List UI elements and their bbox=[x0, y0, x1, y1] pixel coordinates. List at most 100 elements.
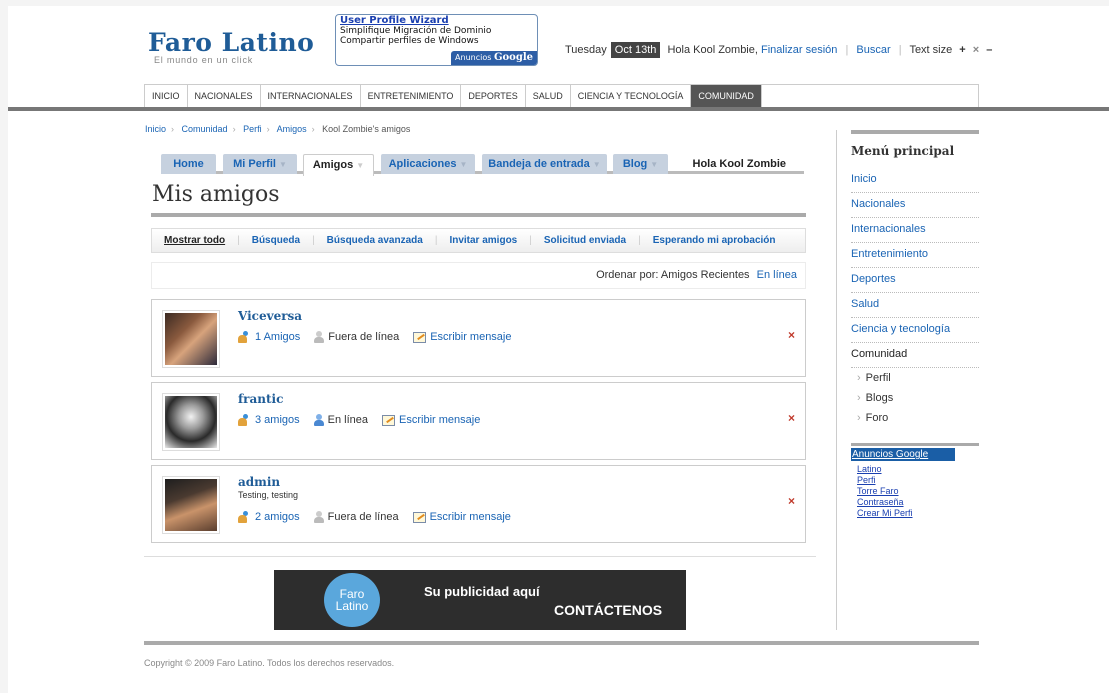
breadcrumb-comunidad[interactable]: Comunidad bbox=[182, 124, 228, 134]
main-nav: INICIO NACIONALES INTERNACIONALES ENTRET… bbox=[144, 84, 979, 107]
day-label: Tuesday bbox=[565, 44, 607, 56]
sort-online-link[interactable]: En línea bbox=[757, 269, 797, 281]
friend-count-link[interactable]: 3 amigos bbox=[238, 414, 300, 426]
presence-status: Fuera de línea bbox=[313, 511, 399, 523]
banner-contact[interactable]: CONTÁCTENOS bbox=[554, 602, 662, 618]
remove-friend-icon[interactable]: × bbox=[788, 494, 795, 508]
subnav-busqueda-avanzada[interactable]: Búsqueda avanzada bbox=[327, 235, 423, 246]
write-message-label: Escribir mensaje bbox=[399, 414, 481, 426]
sidebar-subitem-blogs[interactable]: Blogs bbox=[851, 388, 979, 408]
subnav-busqueda[interactable]: Búsqueda bbox=[252, 235, 300, 246]
ad-title[interactable]: User Profile Wizard bbox=[340, 16, 533, 26]
subnav-esperando[interactable]: Esperando mi aprobación bbox=[653, 235, 776, 246]
sort-recent[interactable]: Amigos Recientes bbox=[661, 269, 750, 281]
sidebar-item-inicio[interactable]: Inicio bbox=[851, 168, 979, 193]
tab-aplicaciones[interactable]: Aplicaciones ▼ bbox=[381, 154, 475, 174]
ad-banner[interactable]: Faro Latino Su publicidad aquí CONTÁCTENO… bbox=[274, 570, 686, 630]
banner-text: Su publicidad aquí bbox=[424, 584, 540, 599]
friend-card: admin Testing, testing 2 amigos Fuera de… bbox=[151, 465, 806, 543]
google-ad-link[interactable]: Torre Faro bbox=[857, 486, 913, 497]
nav-item-deportes[interactable]: DEPORTES bbox=[461, 85, 526, 107]
badge-line-2: Latino bbox=[335, 599, 369, 613]
tab-blog[interactable]: Blog ▼ bbox=[613, 154, 668, 174]
write-message-link[interactable]: Escribir mensaje bbox=[413, 331, 512, 343]
divider: | bbox=[898, 44, 902, 56]
friend-name[interactable]: admin bbox=[238, 475, 280, 489]
tab-amigos[interactable]: Amigos ▼ bbox=[303, 154, 374, 176]
ad-brand[interactable]: Anuncios Google bbox=[451, 51, 537, 65]
search-link[interactable]: Buscar bbox=[856, 44, 890, 56]
nav-item-internacionales[interactable]: INTERNACIONALES bbox=[261, 85, 361, 107]
site-logo[interactable]: Faro Latino El mundo en un click bbox=[148, 28, 314, 65]
footer-line bbox=[144, 641, 979, 645]
tab-home[interactable]: Home bbox=[161, 154, 216, 174]
nav-item-entretenimiento[interactable]: ENTRETENIMIENTO bbox=[361, 85, 462, 107]
sidebar-item-internacionales[interactable]: Internacionales bbox=[851, 218, 979, 243]
breadcrumb-perfil[interactable]: Perfi bbox=[243, 124, 262, 134]
sidebar-menu: Inicio Nacionales Internacionales Entret… bbox=[851, 168, 979, 428]
divider: | bbox=[237, 235, 240, 246]
text-decrease-button[interactable]: – bbox=[986, 44, 992, 56]
text-increase-button[interactable]: + bbox=[959, 44, 965, 56]
tab-amigos-label: Amigos bbox=[312, 159, 354, 171]
text-reset-button[interactable]: × bbox=[973, 44, 979, 56]
nav-item-comunidad[interactable]: COMUNIDAD bbox=[691, 85, 762, 107]
nav-item-inicio[interactable]: INICIO bbox=[145, 85, 188, 107]
google-ad-link[interactable]: Latino bbox=[857, 464, 913, 475]
friend-count-link[interactable]: 1 Amigos bbox=[238, 331, 300, 343]
presence-label: Fuera de línea bbox=[327, 511, 399, 523]
nav-item-salud[interactable]: SALUD bbox=[526, 85, 571, 107]
copyright: Copyright © 2009 Faro Latino. Todos los … bbox=[144, 658, 395, 668]
friend-name[interactable]: frantic bbox=[238, 392, 283, 406]
chevron-down-icon: ▼ bbox=[650, 160, 659, 169]
ad-brand-prefix: Anuncios bbox=[455, 53, 492, 62]
breadcrumb-amigos[interactable]: Amigos bbox=[277, 124, 307, 134]
subnav-invitar[interactable]: Invitar amigos bbox=[449, 235, 517, 246]
friend-count: 2 amigos bbox=[255, 511, 300, 523]
remove-friend-icon[interactable]: × bbox=[788, 328, 795, 342]
tab-mi-perfil[interactable]: Mi Perfil ▼ bbox=[223, 154, 297, 174]
avatar[interactable] bbox=[162, 393, 220, 451]
sidebar-item-ciencia[interactable]: Ciencia y tecnología bbox=[851, 318, 979, 343]
nav-underline bbox=[8, 107, 1109, 111]
write-message-link[interactable]: Escribir mensaje bbox=[382, 414, 480, 426]
google-ad-link[interactable]: Crear Mi Perfi bbox=[857, 508, 913, 519]
tab-mi-perfil-label: Mi Perfil bbox=[233, 158, 276, 170]
sidebar-item-salud[interactable]: Salud bbox=[851, 293, 979, 318]
message-icon bbox=[412, 511, 426, 523]
friend-actions: 1 Amigos Fuera de línea Escribir mensaje bbox=[238, 331, 526, 343]
nav-item-ciencia[interactable]: CIENCIA Y TECNOLOGÍA bbox=[571, 85, 692, 107]
breadcrumb-separator: › bbox=[311, 124, 315, 134]
presence-status: En línea bbox=[313, 414, 368, 426]
user-offline-icon bbox=[314, 331, 325, 343]
subnav-mostrar-todo[interactable]: Mostrar todo bbox=[164, 235, 225, 246]
write-message-link[interactable]: Escribir mensaje bbox=[412, 511, 511, 523]
sidebar-subitem-perfil[interactable]: Perfil bbox=[851, 368, 979, 388]
nav-item-nacionales[interactable]: NACIONALES bbox=[188, 85, 261, 107]
remove-friend-icon[interactable]: × bbox=[788, 411, 795, 425]
breadcrumb-inicio[interactable]: Inicio bbox=[145, 124, 166, 134]
message-icon bbox=[413, 331, 427, 343]
user-offline-icon bbox=[313, 511, 324, 523]
google-ad-link[interactable]: Contraseña bbox=[857, 497, 913, 508]
tab-bandeja[interactable]: Bandeja de entrada ▼ bbox=[482, 154, 607, 174]
sidebar-item-nacionales[interactable]: Nacionales bbox=[851, 193, 979, 218]
google-ads-heading[interactable]: Anuncios Google bbox=[851, 448, 955, 461]
google-ad-box[interactable]: User Profile Wizard Simplifique Migració… bbox=[335, 14, 538, 66]
friend-count-link[interactable]: 2 amigos bbox=[238, 511, 300, 523]
avatar[interactable] bbox=[162, 310, 220, 368]
sidebar-item-entretenimiento[interactable]: Entretenimiento bbox=[851, 243, 979, 268]
sort-label: Ordenar por: bbox=[596, 269, 659, 281]
google-ad-link[interactable]: Perfi bbox=[857, 475, 913, 486]
ad-line-2: Compartir perfiles de Windows bbox=[340, 36, 479, 46]
avatar[interactable] bbox=[162, 476, 220, 534]
logo-title: Faro Latino bbox=[148, 28, 315, 57]
logout-link[interactable]: Finalizar sesión bbox=[761, 44, 837, 56]
sidebar-item-comunidad[interactable]: Comunidad bbox=[851, 343, 979, 368]
subnav-solicitud[interactable]: Solicitud enviada bbox=[544, 235, 626, 246]
friend-name[interactable]: Viceversa bbox=[238, 309, 302, 323]
page-title: Mis amigos bbox=[152, 182, 280, 207]
sidebar-subitem-foro[interactable]: Foro bbox=[851, 408, 979, 428]
breadcrumb-separator: › bbox=[171, 124, 175, 134]
sidebar-item-deportes[interactable]: Deportes bbox=[851, 268, 979, 293]
